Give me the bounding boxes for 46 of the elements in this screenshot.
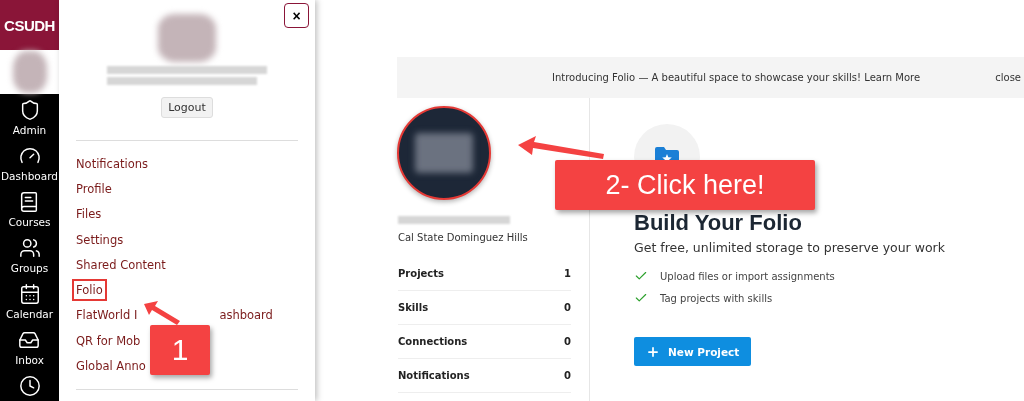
inbox-icon xyxy=(18,329,41,351)
feature-text: Upload files or import assignments xyxy=(660,270,835,282)
nav-item[interactable]: Dashboard xyxy=(1,140,58,186)
nav-item[interactable]: Admin xyxy=(12,94,47,140)
menu-link[interactable]: Files xyxy=(76,207,102,222)
check-icon xyxy=(634,269,648,283)
stat-label: Projects xyxy=(398,268,444,279)
heading: Build Your Folio xyxy=(634,210,803,236)
university-logo[interactable]: CSUDH xyxy=(0,0,59,51)
menu-link[interactable]: FlatWorld I xyxy=(76,308,138,323)
close-button[interactable]: × xyxy=(284,3,309,28)
step-callout: 2- Click here! xyxy=(555,160,815,210)
close-link[interactable]: close xyxy=(995,72,1021,83)
new-project-button[interactable]: New Project xyxy=(634,337,752,366)
plus-icon xyxy=(646,344,660,359)
check-icon xyxy=(634,291,648,305)
profile-avatar[interactable] xyxy=(397,106,491,200)
menu-link[interactable]: Profile xyxy=(76,181,112,196)
stat-value: 0 xyxy=(564,336,571,347)
logout-button[interactable]: Logout xyxy=(161,97,213,118)
menu-link[interactable]: Settings xyxy=(76,232,124,247)
stat-value: 1 xyxy=(564,268,571,279)
arrow xyxy=(142,300,182,326)
calendar-icon xyxy=(18,283,41,305)
step-callout: 1 xyxy=(150,325,210,375)
stat-label: Connections xyxy=(398,336,468,347)
stat-label: Notifications xyxy=(398,370,470,381)
menu-link[interactable]: Global Anno xyxy=(76,359,146,373)
avatar xyxy=(158,14,216,62)
stat-value: 0 xyxy=(564,302,571,313)
stat-label: Skills xyxy=(398,302,429,313)
school-name: Cal State Dominguez Hills xyxy=(398,232,529,243)
stat-value: 0 xyxy=(564,370,571,381)
menu-link[interactable]: ashboard xyxy=(219,308,273,323)
nav-item[interactable]: Groups xyxy=(10,232,49,278)
menu-link[interactable]: Shared Content xyxy=(76,257,166,272)
banner-text: Introducing Folio — A beautiful space to showcase your skills! Learn More xyxy=(552,72,921,83)
nav-item[interactable]: Courses xyxy=(8,186,51,232)
nav-item[interactable]: Calendar xyxy=(5,278,54,324)
menu-link[interactable]: QR for Mob xyxy=(76,333,141,348)
subtitle: Get free, unlimited storage to preserve your work xyxy=(634,240,945,255)
people-icon xyxy=(18,237,41,259)
menu-link[interactable]: Notifications xyxy=(76,156,148,171)
nav-item[interactable]: Inbox xyxy=(15,324,44,370)
feature-text: Tag projects with skills xyxy=(660,292,773,304)
clock-icon xyxy=(18,375,41,397)
